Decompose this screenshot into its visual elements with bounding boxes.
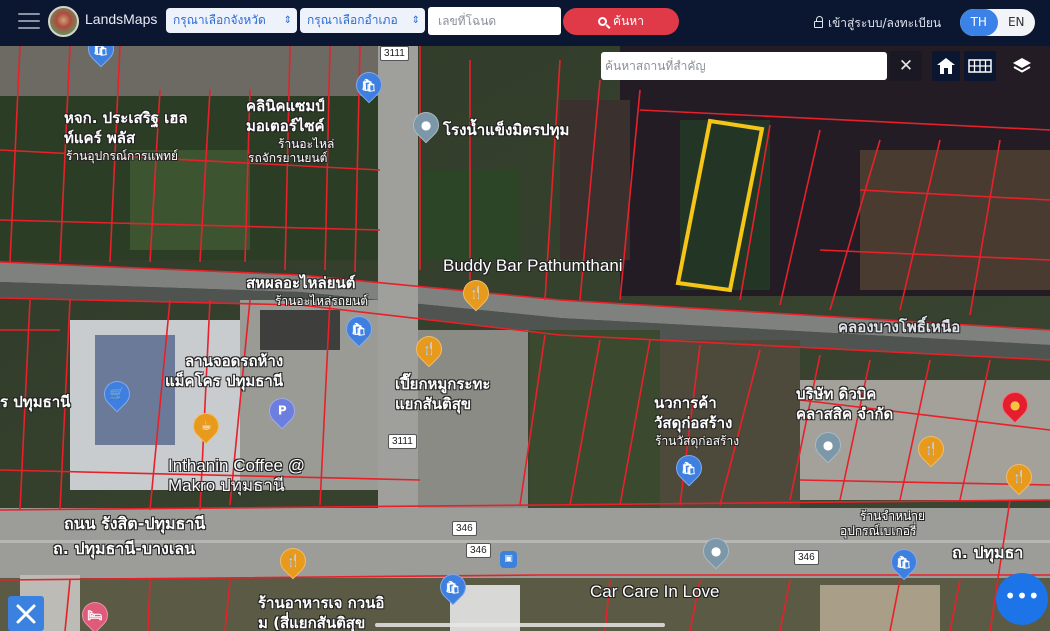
map-label: ร้านอะไหล่รถยนต์ bbox=[275, 294, 369, 308]
map-label: คลินิคแซมป์ bbox=[246, 97, 325, 115]
map-label: มอเตอร์ไซค์ bbox=[246, 117, 325, 135]
home-icon bbox=[937, 58, 955, 74]
lang-th-button[interactable]: TH bbox=[960, 9, 998, 36]
ruler-pencil-icon bbox=[16, 604, 36, 623]
map-canvas[interactable]: หจก. ประเสริฐ เฮล ท์แคร์ พลัส ร้านอุปกรณ… bbox=[0, 46, 1050, 631]
map-label: รถจักรยานยนต์ bbox=[248, 151, 328, 165]
measure-tool-button[interactable] bbox=[8, 596, 44, 631]
more-options-button[interactable]: ••• bbox=[996, 573, 1048, 625]
map-label: Makro ปทุมธานี bbox=[168, 476, 285, 495]
district-select-value: กรุณาเลือกอำเภอ bbox=[307, 13, 398, 27]
search-button[interactable]: ค้นหา bbox=[563, 8, 679, 35]
search-icon bbox=[598, 17, 608, 26]
road-label: ถนน รังสิต-ปทุมธานี bbox=[64, 514, 206, 533]
bus-stop-icon[interactable]: ▣ bbox=[500, 551, 517, 568]
map-label: บริษัท ดิวบิค bbox=[796, 385, 877, 403]
map-label: ท์แคร์ พลัส bbox=[64, 129, 136, 147]
map-label: แยกสันติสุข bbox=[395, 395, 472, 413]
map-label: ร ปทุมธานี bbox=[0, 393, 71, 411]
department-logo[interactable] bbox=[48, 6, 79, 37]
grid-icon bbox=[968, 59, 992, 73]
road-label: ถ. ปทุมธานี-บางเลน bbox=[53, 539, 196, 558]
map-label: ร้านอุปกรณ์การแพทย์ bbox=[66, 149, 179, 163]
road-shield: 3111 bbox=[380, 46, 409, 61]
hamburger-menu-icon[interactable] bbox=[18, 13, 40, 31]
map-label: คลาสสิค จำกัด bbox=[796, 405, 894, 423]
lang-en-button[interactable]: EN bbox=[998, 9, 1036, 36]
province-select-value: กรุณาเลือกจังหวัด bbox=[173, 13, 266, 27]
road-shield: 346 bbox=[466, 543, 491, 558]
map-label: Inthanin Coffee @ bbox=[168, 456, 305, 475]
map-label: ร้านอาหารเจ กวนอิ bbox=[258, 594, 385, 612]
map-label: Buddy Bar Pathumthani bbox=[443, 256, 623, 275]
road-shield: 346 bbox=[794, 550, 819, 565]
updown-chevron-icon: ⇕ bbox=[283, 15, 292, 26]
map-label: โรงน้ำแข็งมิตรปทุม bbox=[443, 121, 570, 139]
map-label: หจก. ประเสริฐ เฮล bbox=[64, 109, 188, 127]
language-toggle: TH EN bbox=[960, 9, 1035, 36]
road-shield: 346 bbox=[452, 521, 477, 536]
map-label: วัสดุก่อสร้าง bbox=[654, 414, 733, 432]
district-select[interactable]: กรุณาเลือกอำเภอ ⇕ bbox=[300, 8, 425, 33]
road-label: ถ. ปทุมธา bbox=[952, 543, 1024, 562]
layers-icon bbox=[1013, 58, 1031, 73]
grid-button[interactable] bbox=[964, 51, 996, 81]
map-label: ลานจอดรถห้าง bbox=[185, 352, 284, 370]
layers-button[interactable] bbox=[1004, 51, 1040, 81]
top-navbar: LandsMaps กรุณาเลือกจังหวัด ⇕ กรุณาเลือก… bbox=[0, 0, 1050, 46]
map-label: อุปกรณ์เบเกอรี่ bbox=[840, 524, 917, 538]
login-register-link[interactable]: เข้าสู่ระบบ/ลงทะเบียน bbox=[814, 14, 941, 33]
lock-icon bbox=[814, 16, 823, 28]
clear-search-button[interactable]: ✕ bbox=[890, 51, 922, 81]
map-label: สหผลอะไหล่ยนต์ bbox=[246, 274, 356, 292]
canal-label: คลองบางโพธิ์เหนือ bbox=[838, 318, 961, 336]
login-label: เข้าสู่ระบบ/ลงทะเบียน bbox=[828, 16, 942, 30]
home-button[interactable] bbox=[932, 51, 960, 81]
map-label: Car Care In Love bbox=[590, 582, 720, 601]
brand-name[interactable]: LandsMaps bbox=[85, 11, 157, 27]
map-label: แม็คโคร ปทุมธานี bbox=[165, 372, 284, 390]
deed-number-input[interactable] bbox=[428, 7, 561, 35]
map-label: นวการค้า bbox=[654, 394, 717, 412]
map-label: ร้านวัสดุก่อสร้าง bbox=[655, 434, 740, 448]
horizontal-scrollbar[interactable] bbox=[375, 623, 665, 627]
place-search-input[interactable] bbox=[601, 52, 887, 80]
map-label: ม (สี่แยกสันติสุข bbox=[258, 614, 366, 631]
map-label: เปี๊ยกหมูกระทะ bbox=[395, 375, 491, 393]
updown-chevron-icon: ⇕ bbox=[411, 15, 420, 26]
map-label: ร้านจำหน่าย bbox=[860, 509, 926, 523]
road-shield: 3111 bbox=[388, 434, 417, 449]
search-button-label: ค้นหา bbox=[613, 14, 644, 28]
province-select[interactable]: กรุณาเลือกจังหวัด ⇕ bbox=[166, 8, 297, 33]
map-label: ร้านอะไหล่ bbox=[278, 137, 335, 151]
